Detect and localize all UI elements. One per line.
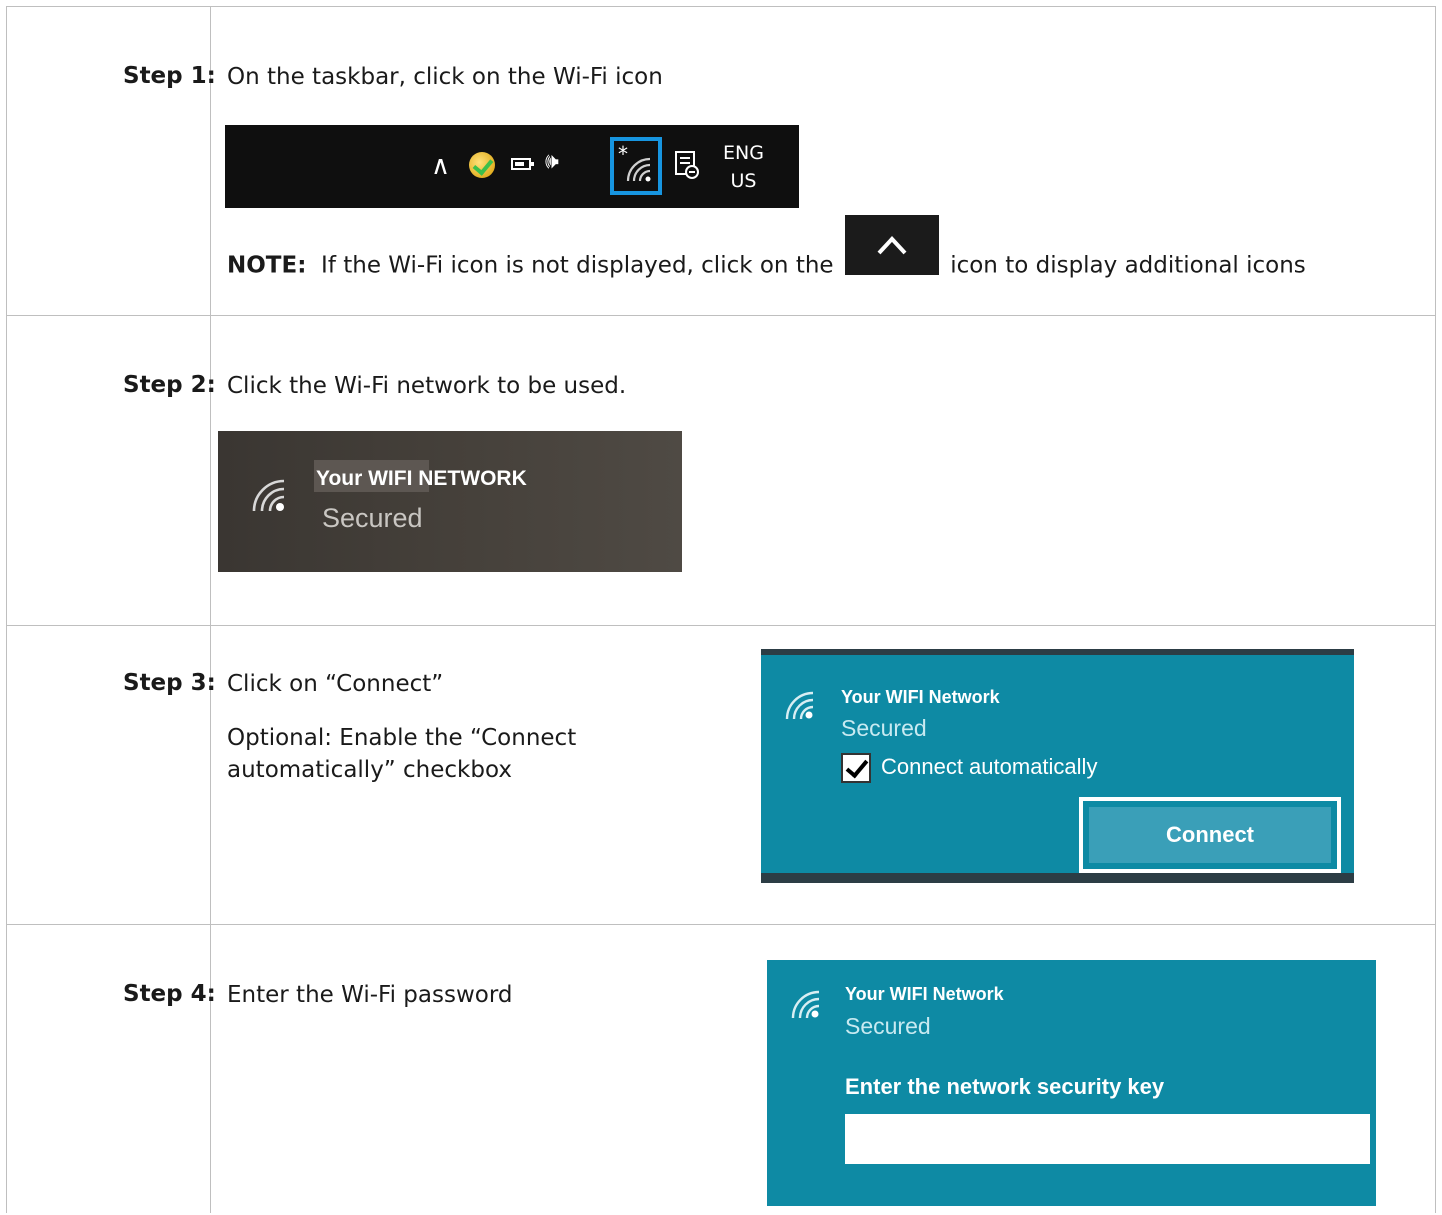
svg-text:*: *: [618, 142, 628, 166]
network-name: Your WIFI NETWORK: [316, 467, 527, 490]
connect-panel: Your WIFI Network Secured Connect automa…: [761, 649, 1354, 883]
step3-label: Step 3:: [123, 670, 216, 696]
battery-icon[interactable]: [511, 158, 534, 170]
chevron-up-icon[interactable]: ∧: [431, 151, 450, 181]
network-name: Your WIFI Network: [841, 687, 1000, 707]
language-indicator[interactable]: ENG US: [723, 139, 764, 195]
wifi-icon: [785, 691, 814, 720]
volume-icon[interactable]: 🕪: [545, 149, 559, 174]
taskbar: ∧ 🕪 * ENG US: [225, 125, 799, 208]
network-status: Secured: [845, 1013, 931, 1039]
step3-text1: Click on “Connect”: [227, 671, 444, 697]
note-text-before: If the Wi-Fi icon is not displayed, clic…: [321, 252, 834, 279]
step4-text: Enter the Wi-Fi password: [227, 982, 513, 1008]
network-name: Your WIFI Network: [845, 984, 1004, 1004]
step2-text: Click the Wi-Fi network to be used.: [227, 373, 627, 399]
step2-label: Step 2:: [123, 372, 216, 398]
network-status: Secured: [322, 503, 423, 533]
wifi-highlight[interactable]: *: [610, 137, 662, 195]
connect-automatically-checkbox[interactable]: [841, 753, 871, 783]
language-top: ENG: [723, 142, 764, 164]
norton-icon[interactable]: [469, 152, 495, 178]
wifi-icon: [791, 990, 820, 1019]
show-hidden-icons-sample: [844, 215, 939, 275]
connect-button[interactable]: Connect: [1089, 807, 1331, 863]
wifi-network-item[interactable]: Your WIFI NETWORK Secured: [218, 431, 682, 572]
network-status: Secured: [841, 715, 927, 741]
step1-row: Step 1: On the taskbar, click on the Wi-…: [7, 7, 1435, 316]
step1-text: On the taskbar, click on the Wi-Fi icon: [227, 64, 663, 90]
checkbox-label[interactable]: Connect automatically: [881, 754, 1097, 780]
connect-button-focus[interactable]: Connect: [1079, 797, 1341, 873]
security-key-label: Enter the network security key: [845, 1074, 1165, 1099]
wifi-icon: *: [618, 142, 651, 182]
security-key-input[interactable]: [845, 1114, 1370, 1164]
notification-icon[interactable]: [675, 151, 699, 179]
step1-label: Step 1:: [123, 63, 216, 89]
chevron-up-icon: [877, 236, 907, 255]
step4-label: Step 4:: [123, 981, 216, 1007]
step1-note: NOTE: If the Wi-Fi icon is not displayed…: [227, 215, 1306, 281]
language-bottom: US: [730, 170, 757, 192]
wifi-icon: [252, 479, 285, 512]
note-label: NOTE:: [227, 252, 307, 279]
password-panel: Your WIFI Network Secured Enter the netw…: [767, 960, 1376, 1206]
note-text-after: icon to display additional icons: [950, 252, 1306, 279]
step3-text2: Optional: Enable the “Connect automatica…: [227, 725, 577, 783]
